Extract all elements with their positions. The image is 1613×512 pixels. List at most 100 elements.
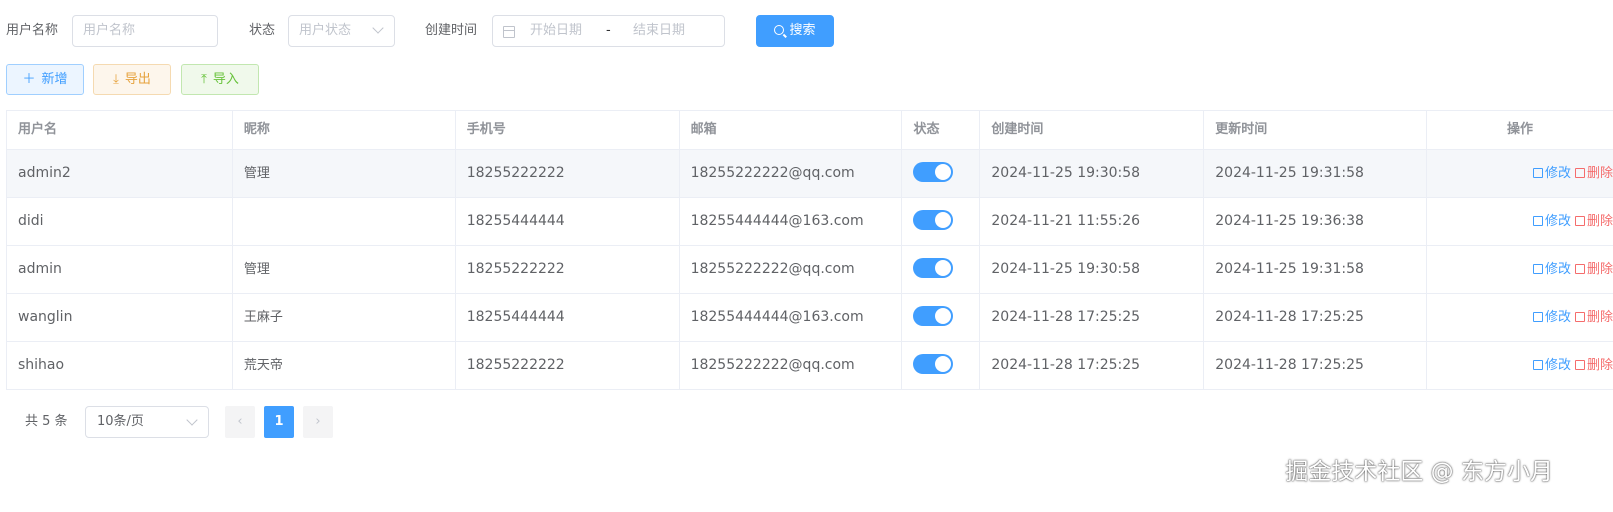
- cell-email: 18255444444@163.com: [680, 198, 903, 245]
- user-table: 用户名 昵称 手机号 邮箱 状态 创建时间 更新时间 操作 admin2 管理 …: [6, 110, 1613, 390]
- cell-username: didi: [7, 198, 233, 245]
- table-row[interactable]: didi 18255444444 18255444444@163.com 202…: [7, 198, 1613, 246]
- edit-button[interactable]: 修改: [1532, 214, 1571, 229]
- cell-actions: 修改 删除: [1427, 246, 1613, 293]
- trash-icon: [1574, 168, 1585, 178]
- import-button[interactable]: ⤒ 导入: [181, 64, 259, 95]
- table-row[interactable]: admin2 管理 18255222222 18255222222@qq.com…: [7, 150, 1613, 198]
- trash-icon: [1574, 312, 1585, 322]
- export-button-label: 导出: [124, 72, 151, 87]
- cell-updated: 2024-11-28 17:25:25: [1204, 342, 1428, 389]
- search-icon: [774, 25, 785, 35]
- column-header-nickname[interactable]: 昵称: [233, 111, 456, 149]
- end-date-input[interactable]: 结束日期: [633, 16, 685, 46]
- column-header-email[interactable]: 邮箱: [680, 111, 903, 149]
- cell-updated: 2024-11-28 17:25:25: [1204, 294, 1428, 341]
- page-1-button[interactable]: 1: [264, 406, 294, 438]
- cell-created: 2024-11-28 17:25:25: [980, 342, 1205, 389]
- delete-button[interactable]: 删除: [1574, 310, 1613, 325]
- trash-icon: [1574, 360, 1585, 370]
- delete-label: 删除: [1586, 358, 1613, 373]
- cell-phone: 18255222222: [456, 246, 680, 293]
- column-header-created[interactable]: 创建时间: [980, 111, 1205, 149]
- toggle-knob: [935, 211, 952, 228]
- edit-button[interactable]: 修改: [1532, 310, 1571, 325]
- status-toggle[interactable]: [913, 353, 954, 374]
- search-form: 用户名称 用户名称 状态 用户状态 创建时间 开始日期 - 结束日期 搜索: [0, 15, 1613, 47]
- cell-created: 2024-11-25 19:30:58: [980, 246, 1205, 293]
- cell-nickname: 荒天帝: [233, 342, 456, 389]
- download-icon: ⤓: [113, 72, 119, 87]
- date-range-picker[interactable]: 开始日期 - 结束日期: [492, 15, 725, 47]
- edit-label: 修改: [1544, 214, 1571, 229]
- edit-button[interactable]: 修改: [1532, 262, 1571, 277]
- cell-username: shihao: [7, 342, 233, 389]
- delete-button[interactable]: 删除: [1574, 262, 1613, 277]
- cell-actions: 修改 删除: [1427, 294, 1613, 341]
- delete-label: 删除: [1586, 166, 1613, 181]
- edit-icon: [1532, 168, 1543, 178]
- edit-icon: [1532, 264, 1543, 274]
- cell-actions: 修改 删除: [1427, 198, 1613, 245]
- status-toggle[interactable]: [913, 209, 954, 230]
- next-page-button[interactable]: ›: [303, 406, 333, 438]
- total-count: 共 5 条: [25, 414, 68, 429]
- trash-icon: [1574, 264, 1585, 274]
- cell-nickname: 管理: [233, 246, 456, 293]
- edit-icon: [1532, 360, 1543, 370]
- edit-label: 修改: [1544, 166, 1571, 181]
- column-header-status[interactable]: 状态: [902, 111, 981, 149]
- delete-button[interactable]: 删除: [1574, 358, 1613, 373]
- edit-label: 修改: [1544, 262, 1571, 277]
- status-label: 状态: [249, 23, 276, 38]
- delete-button[interactable]: 删除: [1574, 166, 1613, 181]
- add-button[interactable]: ＋ 新增: [6, 64, 84, 95]
- toggle-knob: [935, 307, 952, 324]
- table-row[interactable]: wanglin 王麻子 18255444444 18255444444@163.…: [7, 294, 1613, 342]
- export-button[interactable]: ⤓ 导出: [93, 64, 171, 95]
- cell-username: admin2: [7, 150, 233, 197]
- cell-username: admin: [7, 246, 233, 293]
- cell-status: [902, 294, 981, 341]
- add-button-label: 新增: [41, 72, 68, 87]
- status-toggle[interactable]: [913, 305, 954, 326]
- table-row[interactable]: admin 管理 18255222222 18255222222@qq.com …: [7, 246, 1613, 294]
- pagination: 共 5 条 10条/页 ‹ 1 ›: [0, 406, 400, 438]
- trash-icon: [1574, 216, 1585, 226]
- status-select[interactable]: 用户状态: [288, 15, 395, 47]
- username-input[interactable]: 用户名称: [72, 15, 218, 47]
- status-toggle[interactable]: [913, 257, 954, 278]
- edit-button[interactable]: 修改: [1532, 358, 1571, 373]
- cell-phone: 18255222222: [456, 342, 680, 389]
- delete-button[interactable]: 删除: [1574, 214, 1613, 229]
- page-size-select[interactable]: 10条/页: [85, 406, 209, 438]
- search-button-label: 搜索: [789, 23, 816, 38]
- column-header-phone[interactable]: 手机号: [456, 111, 680, 149]
- delete-label: 删除: [1586, 262, 1613, 277]
- table-row[interactable]: shihao 荒天帝 18255222222 18255222222@qq.co…: [7, 342, 1613, 390]
- cell-nickname: 管理: [233, 150, 456, 197]
- search-button[interactable]: 搜索: [756, 15, 834, 47]
- toggle-knob: [935, 355, 952, 372]
- prev-page-button[interactable]: ‹: [225, 406, 255, 438]
- cell-status: [902, 342, 981, 389]
- cell-phone: 18255444444: [456, 198, 680, 245]
- start-date-input[interactable]: 开始日期: [530, 16, 582, 46]
- edit-button[interactable]: 修改: [1532, 166, 1571, 181]
- edit-label: 修改: [1544, 310, 1571, 325]
- edit-icon: [1532, 216, 1543, 226]
- cell-email: 18255222222@qq.com: [680, 246, 903, 293]
- cell-updated: 2024-11-25 19:31:58: [1204, 246, 1428, 293]
- cell-actions: 修改 删除: [1427, 342, 1613, 389]
- watermark: 掘金技术社区 @ 东方小月: [1285, 459, 1553, 485]
- upload-icon: ⤒: [201, 72, 207, 87]
- created-label: 创建时间: [425, 23, 478, 38]
- table-header: 用户名 昵称 手机号 邮箱 状态 创建时间 更新时间 操作: [7, 111, 1613, 150]
- chevron-down-icon: [186, 414, 198, 426]
- cell-updated: 2024-11-25 19:31:58: [1204, 150, 1428, 197]
- cell-created: 2024-11-28 17:25:25: [980, 294, 1205, 341]
- column-header-updated[interactable]: 更新时间: [1204, 111, 1428, 149]
- username-label: 用户名称: [6, 23, 59, 38]
- column-header-username[interactable]: 用户名: [7, 111, 233, 149]
- status-toggle[interactable]: [913, 161, 954, 182]
